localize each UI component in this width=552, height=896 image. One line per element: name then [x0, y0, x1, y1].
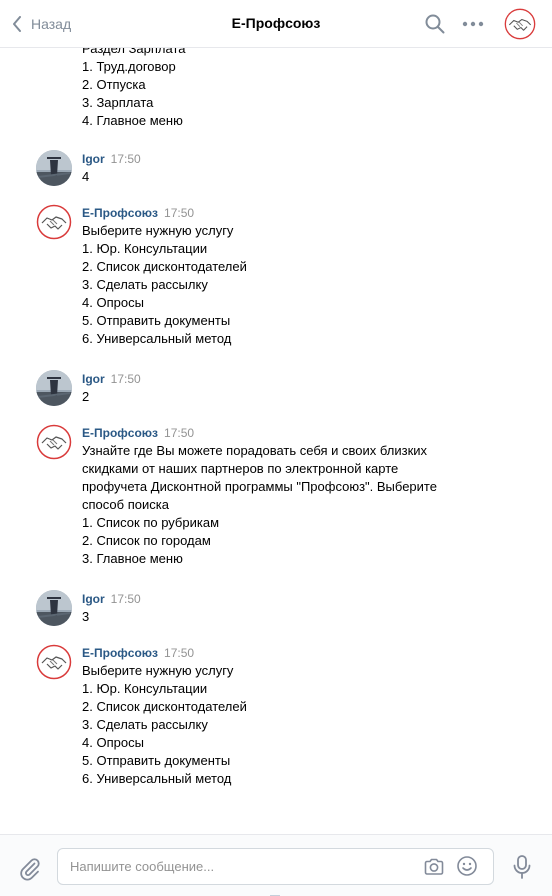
chat-header: Назад Е-Профсоюз	[0, 0, 552, 48]
chat-avatar[interactable]	[504, 8, 536, 40]
message-input[interactable]	[70, 849, 410, 884]
composer	[0, 834, 552, 896]
more-button[interactable]	[461, 14, 485, 34]
message-time: 17:50	[164, 426, 195, 440]
message-line: 4. Опросы	[82, 735, 144, 750]
message-line: 2. Список по городам	[82, 533, 211, 548]
avatar[interactable]	[36, 424, 72, 460]
message-line: 4. Главное меню	[82, 113, 183, 128]
message-line: 2	[82, 389, 90, 404]
message-text: Узнайте где Вы можете порадовать себя и …	[82, 443, 437, 512]
message-line: 3. Сделать рассылку	[82, 277, 208, 292]
camera-button[interactable]	[423, 856, 445, 878]
avatar[interactable]	[36, 150, 72, 186]
message-line: 6. Универсальный метод	[82, 771, 232, 786]
handshake-logo-icon	[36, 204, 72, 240]
user-photo-icon	[36, 370, 72, 406]
microphone-icon	[513, 855, 531, 879]
message-line: 4. Опросы	[82, 295, 144, 310]
resize-handle[interactable]	[269, 887, 281, 896]
message-line: 5. Отправить документы	[82, 753, 231, 768]
camera-icon	[424, 858, 444, 875]
message-line: 3	[82, 609, 90, 624]
message-time: 17:50	[110, 152, 141, 166]
search-button[interactable]	[424, 13, 446, 35]
message-line: 4	[82, 169, 90, 184]
message-time: 17:50	[164, 206, 195, 220]
user-photo-icon	[36, 590, 72, 626]
message-time: 17:50	[110, 372, 141, 386]
paperclip-icon	[20, 858, 40, 881]
message-line: 3. Сделать рассылку	[82, 717, 208, 732]
message-input-box	[57, 848, 494, 885]
message-author[interactable]: Е-Профсоюз	[82, 206, 158, 220]
message-line: 1. Труд.договор	[82, 59, 176, 74]
more-horizontal-icon	[462, 21, 484, 27]
message-line: 3. Зарплата	[82, 95, 154, 110]
handshake-logo-icon	[36, 644, 72, 680]
message-line: 6. Универсальный метод	[82, 331, 232, 346]
message-author[interactable]: Е-Профсоюз	[82, 426, 158, 440]
message-author[interactable]: Е-Профсоюз	[82, 646, 158, 660]
message-line: Выберите нужную услугу	[82, 223, 234, 238]
search-icon	[425, 14, 445, 34]
message-line: 5. Отправить документы	[82, 313, 231, 328]
avatar[interactable]	[36, 370, 72, 406]
handshake-logo-icon	[504, 8, 536, 40]
message-line: 2. Отпуска	[82, 77, 146, 92]
smile-icon	[457, 856, 477, 876]
message-line: 1. Юр. Консультации	[82, 681, 208, 696]
user-photo-icon	[36, 150, 72, 186]
emoji-button[interactable]	[456, 855, 478, 877]
message-line: 1. Список по рубрикам	[82, 515, 220, 530]
message-author[interactable]: Igor	[82, 592, 105, 606]
message-history[interactable]: Раздел Зарплата 1. Труд.договор 2. Отпус…	[0, 48, 552, 834]
handshake-logo-icon	[36, 424, 72, 460]
message-time: 17:50	[110, 592, 141, 606]
avatar[interactable]	[36, 204, 72, 240]
attach-button[interactable]	[18, 857, 42, 881]
message-line: Выберите нужную услугу	[82, 663, 234, 678]
avatar[interactable]	[36, 644, 72, 680]
message-line: 1. Юр. Консультации	[82, 241, 208, 256]
voice-message-button[interactable]	[511, 854, 533, 880]
message-author[interactable]: Igor	[82, 372, 105, 386]
message-line: 2. Список дисконтодателей	[82, 699, 247, 714]
message-time: 17:50	[164, 646, 195, 660]
message-line: 2. Список дисконтодателей	[82, 259, 247, 274]
message-line: 3. Главное меню	[82, 551, 183, 566]
message-author[interactable]: Igor	[82, 152, 105, 166]
message-line: Раздел Зарплата	[82, 48, 186, 56]
avatar[interactable]	[36, 590, 72, 626]
